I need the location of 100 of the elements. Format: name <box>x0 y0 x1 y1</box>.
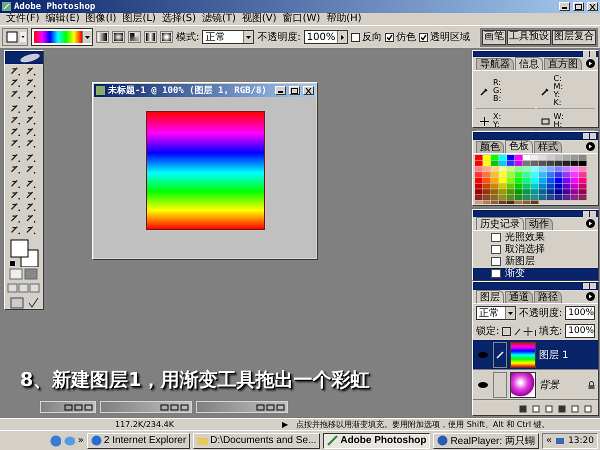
panel-tab[interactable]: 导航器 <box>476 58 514 70</box>
minimize-button[interactable] <box>583 132 589 139</box>
frame-icon <box>540 116 550 126</box>
layer-row[interactable]: 图层 1 <box>473 340 598 370</box>
maximize-button[interactable] <box>289 86 300 95</box>
minimize-button[interactable] <box>275 86 286 95</box>
taskbar-button[interactable]: 2 Internet Explorer <box>86 432 190 448</box>
taskbar-button[interactable]: Adobe Photoshop <box>323 432 430 448</box>
eye-icon[interactable] <box>478 382 488 388</box>
history-item[interactable]: 新图层 <box>473 256 598 268</box>
history-item[interactable]: 渐变 <box>473 268 598 280</box>
document-icon <box>96 86 105 95</box>
menu-item[interactable]: 文件(F) <box>6 13 40 25</box>
maximize-button[interactable] <box>573 2 584 11</box>
readout-label: H: <box>554 121 564 129</box>
close-button[interactable] <box>587 2 598 11</box>
gradient-type-button[interactable] <box>128 31 141 43</box>
panel-tab[interactable]: 颜色 <box>476 140 504 153</box>
panel-tab[interactable]: 直方图 <box>544 58 582 70</box>
gradient-type-button[interactable] <box>96 31 109 43</box>
layer-row[interactable]: 背景 <box>473 370 598 400</box>
readout-label: Y: <box>554 91 562 99</box>
globe-icon[interactable] <box>50 434 61 446</box>
tool-preset-picker[interactable] <box>2 28 28 46</box>
menu-item[interactable]: 选择(S) <box>162 13 196 25</box>
panel-tab[interactable]: 色板 <box>505 140 533 153</box>
minimized-window[interactable] <box>100 401 192 413</box>
menu-item[interactable]: 帮助(H) <box>326 13 362 25</box>
layer-name: 背景 <box>539 378 559 392</box>
fill-field[interactable]: 100% <box>565 324 595 338</box>
checkbox[interactable] <box>418 32 428 42</box>
lock-options-drawing[interactable] <box>502 326 536 336</box>
lock-label: 锁定: <box>476 324 500 338</box>
close-button[interactable] <box>590 210 596 217</box>
panel-tab[interactable]: 路径 <box>534 291 562 303</box>
blend-mode-dropdown[interactable]: 正常 <box>476 306 516 320</box>
rainbow-gradient-swatch <box>34 31 82 43</box>
globe-icon <box>90 435 102 446</box>
close-button[interactable] <box>303 86 314 95</box>
checkbox[interactable] <box>384 32 394 42</box>
more-chevron[interactable]: » <box>78 435 84 446</box>
checkbox[interactable] <box>350 32 360 42</box>
history-item[interactable]: 取消选择 <box>473 244 598 256</box>
color-swatches-drawing[interactable] <box>9 238 39 267</box>
menu-item[interactable]: 编辑(E) <box>46 13 80 25</box>
close-button[interactable] <box>590 132 596 139</box>
app-icon <box>2 2 11 11</box>
menu-item[interactable]: 图像(I) <box>86 13 116 25</box>
panel-tab[interactable]: 历史记录 <box>476 217 524 230</box>
palette-well-tab[interactable]: 画笔 <box>482 30 506 44</box>
status-arrow[interactable]: ▶ <box>282 420 288 429</box>
clock: 13:20 <box>568 436 594 446</box>
crosshair-icon <box>480 116 489 126</box>
readout-label: R: <box>493 79 502 87</box>
menu-item[interactable]: 图层(L) <box>122 13 156 25</box>
history-item[interactable]: 光照效果 <box>473 231 598 244</box>
gradient-picker[interactable] <box>31 28 93 46</box>
panel-tab[interactable]: 图层 <box>476 290 504 303</box>
player-icon <box>437 435 448 446</box>
taskbar-button[interactable]: D:\Documents and Se... <box>193 432 320 448</box>
menu-item[interactable]: 窗口(W) <box>282 13 320 25</box>
palette-well-tab[interactable]: 图层复合 <box>552 30 596 44</box>
palette-menu-icon[interactable] <box>586 59 595 68</box>
close-icon <box>305 88 312 94</box>
minimized-window[interactable] <box>196 401 288 413</box>
checkbox-label: 透明区域 <box>430 30 470 44</box>
document-size: 117.2K/234.4K <box>115 420 174 429</box>
panel-tab[interactable]: 样式 <box>534 140 562 153</box>
palette-well-tab[interactable]: 工具预设 <box>507 30 551 44</box>
opacity-field[interactable]: 100% <box>565 306 595 320</box>
mode-dropdown[interactable]: 正常 <box>202 30 254 44</box>
panel-tab[interactable]: 通道 <box>505 291 533 303</box>
close-icon <box>589 4 596 10</box>
menu-item[interactable]: 视图(V) <box>242 13 277 25</box>
mode-buttons-drawing[interactable] <box>7 266 41 309</box>
feather-icon <box>327 435 338 446</box>
gradient-type-button[interactable] <box>112 31 125 43</box>
layer-thumbnail <box>510 372 536 398</box>
tray-chevron[interactable]: « <box>546 435 552 446</box>
palette-menu-icon[interactable] <box>586 142 595 151</box>
palette-menu-icon[interactable] <box>586 219 595 228</box>
minimize-button[interactable] <box>583 210 589 217</box>
readout-label: X: <box>493 113 502 121</box>
layer-thumbnail <box>510 342 536 368</box>
palette-menu-icon[interactable] <box>586 292 595 301</box>
gradient-type-button[interactable] <box>144 31 157 43</box>
minimized-window[interactable] <box>40 401 96 413</box>
menu-item[interactable]: 滤镜(T) <box>202 13 236 25</box>
minimize-button[interactable] <box>559 2 570 11</box>
gradient-type-button[interactable] <box>160 31 173 43</box>
close-icon <box>276 404 285 410</box>
panel-tab[interactable]: 动作 <box>525 218 553 230</box>
panel-tab[interactable]: 信息 <box>515 57 543 70</box>
readout-label: Y: <box>493 121 501 129</box>
minimize-icon <box>278 88 283 93</box>
fill-label: 填充: <box>538 324 562 338</box>
taskbar-button[interactable]: RealPlayer: 两只蝴 <box>433 432 539 448</box>
opacity-field[interactable]: 100% <box>304 30 348 44</box>
caret-icon <box>85 36 90 38</box>
caret-icon <box>340 34 344 40</box>
